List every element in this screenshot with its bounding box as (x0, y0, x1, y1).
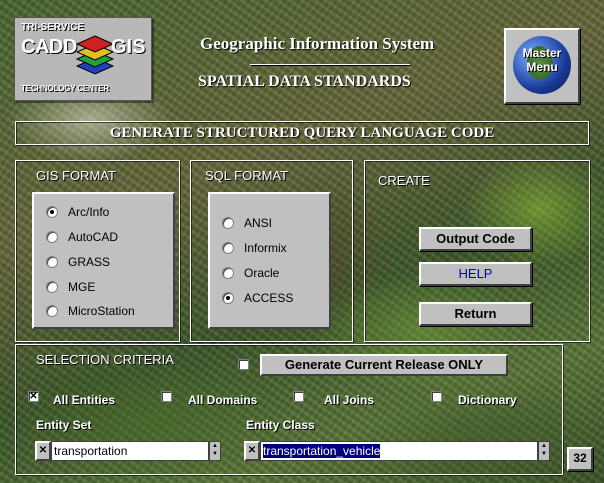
sql-option-ansi[interactable]: ANSI (222, 214, 272, 232)
layers-icon (75, 35, 115, 75)
entity-class-combo[interactable]: ✕ transportation_vehicle ▲ ▼ (244, 441, 550, 461)
all-entities-label: All Entities (53, 393, 116, 407)
current-release-checkbox[interactable] (238, 359, 249, 370)
entity-class-label: Entity Class (246, 418, 315, 432)
spin-arrows-icon[interactable]: ▲ ▼ (538, 441, 550, 461)
gis-radio[interactable] (46, 206, 58, 218)
sql-radio[interactable] (222, 242, 234, 254)
gis-radio[interactable] (46, 231, 58, 243)
all-entities-checkbox[interactable]: ✕ (28, 391, 39, 402)
all-joins-checkbox[interactable] (293, 391, 304, 402)
selection-criteria-label: SELECTION CRITERIA (36, 352, 174, 367)
sql-option-access[interactable]: ACCESS (222, 289, 293, 307)
sql-radio[interactable] (222, 292, 234, 304)
sql-format-panel: ANSI Informix Oracle ACCESS (208, 192, 331, 329)
gis-radio[interactable] (46, 305, 58, 317)
output-code-button[interactable]: Output Code (419, 227, 532, 251)
logo-gis: GIS (111, 36, 146, 58)
all-domains-checkbox[interactable] (161, 391, 172, 402)
sql-format-label: SQL FORMAT (205, 168, 289, 183)
clear-icon[interactable]: ✕ (244, 441, 260, 461)
entity-set-label: Entity Set (36, 418, 92, 432)
gis-option-mge[interactable]: MGE (46, 278, 95, 296)
entity-set-input[interactable]: transportation (51, 441, 209, 461)
sql-radio[interactable] (222, 217, 234, 229)
all-domains-label: All Domains (188, 393, 258, 407)
app-subtitle: SPATIAL DATA STANDARDS (198, 73, 411, 90)
gis-format-group: GIS FORMAT Arc/Info AutoCAD GRASS MGE Mi… (15, 160, 180, 342)
return-button[interactable]: Return (419, 302, 532, 326)
gis-format-label: GIS FORMAT (36, 168, 116, 183)
master-menu-button[interactable]: Master Menu (504, 28, 580, 104)
entity-set-combo[interactable]: ✕ transportation ▲ ▼ (35, 441, 221, 461)
gis-option-arcinfo[interactable]: Arc/Info (46, 203, 109, 221)
all-joins-label: All Joins (324, 393, 375, 407)
entity-class-input[interactable]: transportation_vehicle (260, 441, 538, 461)
gis-radio[interactable] (46, 281, 58, 293)
sql-option-informix[interactable]: Informix (222, 239, 287, 257)
gis-format-panel: Arc/Info AutoCAD GRASS MGE MicroStation (32, 192, 175, 329)
gis-radio[interactable] (46, 256, 58, 268)
page-title: GENERATE STRUCTURED QUERY LANGUAGE CODE (15, 121, 589, 145)
gis-option-microstation[interactable]: MicroStation (46, 302, 135, 320)
current-release-label[interactable]: Generate Current Release ONLY (260, 354, 508, 376)
dictionary-checkbox[interactable] (431, 391, 442, 402)
cadd-gis-logo: TRI-SERVICE CADD GIS TECHNOLOGY CENTER (14, 17, 152, 101)
record-count-button[interactable]: 32 (567, 447, 593, 471)
sql-format-group: SQL FORMAT ANSI Informix Oracle ACCESS (190, 160, 353, 342)
create-group: CREATE Output Code HELP Return (364, 160, 590, 342)
sql-option-oracle[interactable]: Oracle (222, 264, 279, 282)
create-label: CREATE (378, 173, 430, 188)
sql-radio[interactable] (222, 267, 234, 279)
gis-option-grass[interactable]: GRASS (46, 253, 110, 271)
spin-arrows-icon[interactable]: ▲ ▼ (209, 441, 221, 461)
selection-criteria-group: SELECTION CRITERIA Generate Current Rele… (15, 344, 563, 475)
master-menu-label: Master Menu (522, 46, 562, 74)
logo-technology-center: TECHNOLOGY CENTER (21, 84, 110, 93)
header-divider (250, 64, 410, 65)
logo-cadd: CADD (21, 36, 77, 58)
app-title: Geographic Information System (200, 34, 435, 53)
clear-icon[interactable]: ✕ (35, 441, 51, 461)
dictionary-label: Dictionary (458, 393, 517, 407)
gis-option-autocad[interactable]: AutoCAD (46, 228, 118, 246)
help-button[interactable]: HELP (419, 262, 532, 286)
